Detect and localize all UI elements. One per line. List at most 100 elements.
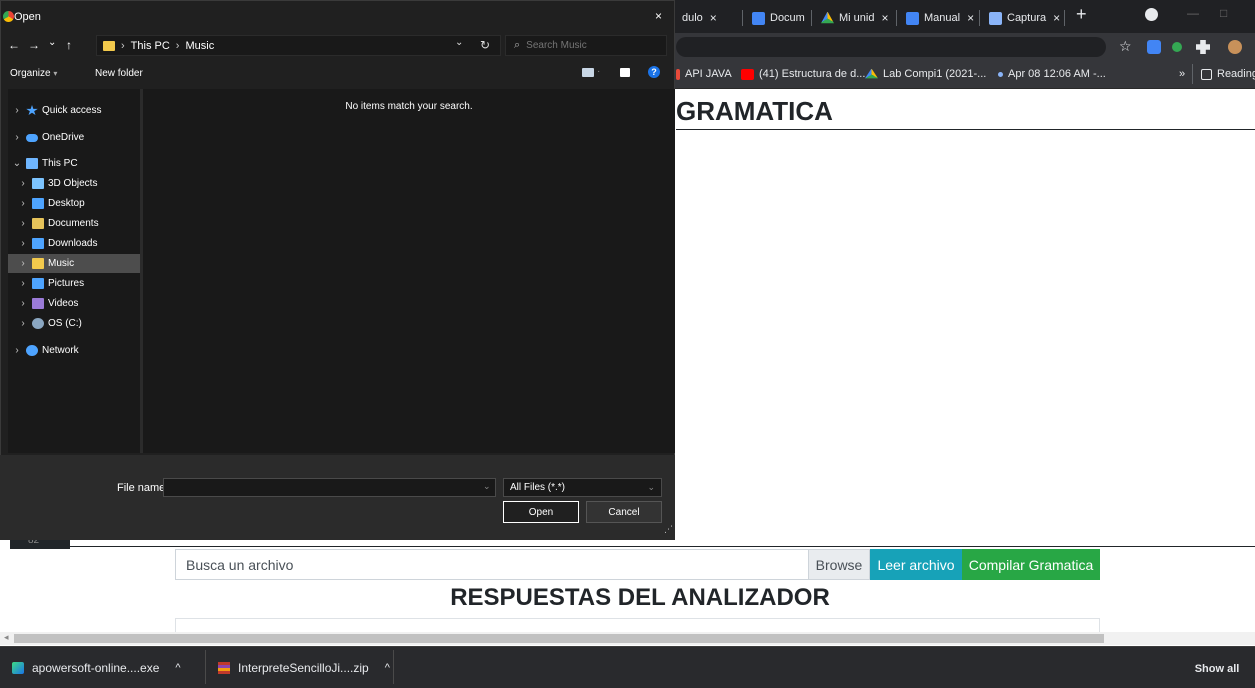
- chevron-right-icon[interactable]: ›: [14, 238, 32, 249]
- tab-dulo[interactable]: dulo ×: [676, 6, 741, 30]
- chevron-right-icon[interactable]: ›: [8, 132, 26, 143]
- show-all-downloads-button[interactable]: Show all: [1187, 658, 1247, 680]
- file-type-select[interactable]: All Files (*.*) ⌄: [503, 478, 662, 497]
- chevron-right-icon[interactable]: ›: [14, 298, 32, 309]
- up-arrow-icon[interactable]: ↑: [66, 38, 72, 52]
- read-file-button[interactable]: Leer archivo: [870, 549, 962, 580]
- bookmark-label: API JAVA: [685, 68, 732, 80]
- search-input[interactable]: [526, 40, 647, 51]
- change-view-icon[interactable]: [582, 68, 594, 77]
- preview-pane-icon[interactable]: [620, 68, 630, 77]
- scrollbar-thumb[interactable]: [14, 634, 1104, 643]
- tab-captura[interactable]: Captura ×: [983, 6, 1063, 30]
- nav-item-videos[interactable]: › Videos: [8, 294, 140, 313]
- tab-close-icon[interactable]: ×: [967, 11, 974, 25]
- address-dropdown-icon[interactable]: ⌄: [455, 37, 463, 48]
- tab-close-icon[interactable]: ×: [710, 11, 717, 25]
- nav-item-3d-objects[interactable]: › 3D Objects: [8, 174, 140, 193]
- minimize-icon[interactable]: —: [1187, 6, 1199, 20]
- dialog-footer: [0, 455, 675, 540]
- chevron-up-icon[interactable]: ^: [385, 662, 390, 674]
- chevron-right-icon[interactable]: ›: [14, 278, 32, 289]
- download-item[interactable]: InterpreteSencilloJi....zip ^: [218, 655, 390, 681]
- help-icon[interactable]: ?: [648, 66, 660, 78]
- bookmarks-divider: [1192, 64, 1193, 84]
- maximize-icon[interactable]: □: [1220, 6, 1227, 20]
- nav-item-downloads[interactable]: › Downloads: [8, 234, 140, 253]
- compile-grammar-button[interactable]: Compilar Gramatica: [962, 549, 1100, 580]
- star-icon: [26, 105, 38, 116]
- translate-extension-icon[interactable]: [1147, 40, 1161, 54]
- nav-item-quick-access[interactable]: › Quick access: [8, 101, 140, 120]
- results-heading: RESPUESTAS DEL ANALIZADOR: [450, 584, 830, 611]
- view-options-icon[interactable]: ·: [597, 66, 600, 77]
- nav-item-label: Network: [42, 345, 79, 356]
- nav-item-network[interactable]: › Network: [8, 341, 140, 360]
- search-box[interactable]: ⌕: [505, 35, 667, 56]
- scroll-left-arrow-icon[interactable]: ◂: [4, 632, 9, 643]
- bookmark-apr-08[interactable]: Apr 08 12:06 AM -...: [998, 68, 1106, 80]
- reading-list-button[interactable]: Reading: [1201, 68, 1255, 80]
- extension-icon[interactable]: [1172, 42, 1182, 52]
- avatar[interactable]: [1228, 40, 1242, 54]
- chevron-right-icon[interactable]: ›: [14, 198, 32, 209]
- forward-arrow-icon[interactable]: →: [28, 38, 40, 52]
- drive-icon: [32, 318, 44, 329]
- new-tab-button[interactable]: +: [1076, 4, 1087, 25]
- nav-item-desktop[interactable]: › Desktop: [8, 194, 140, 213]
- file-name-input[interactable]: [164, 479, 474, 496]
- nav-item-os-c[interactable]: › OS (C:): [8, 314, 140, 333]
- bookmark-label: Lab Compi1 (2021-...: [883, 68, 987, 80]
- file-name-field[interactable]: [163, 478, 496, 497]
- bookmark-api-java[interactable]: API JAVA: [676, 68, 732, 80]
- chevron-right-icon[interactable]: ›: [8, 105, 26, 116]
- breadcrumb-music[interactable]: Music: [185, 40, 214, 52]
- file-type-value: All Files (*.*): [510, 482, 566, 493]
- download-item[interactable]: apowersoft-online....exe ^: [12, 655, 181, 681]
- bookmark-estructura[interactable]: (41) Estructura de d...: [741, 68, 865, 80]
- dialog-close-button[interactable]: ×: [655, 9, 662, 23]
- chevron-right-icon[interactable]: ›: [14, 318, 32, 329]
- screen: dulo × Docum × Mi unid × Manual × Captur…: [0, 0, 1255, 688]
- file-list: [143, 89, 675, 453]
- refresh-icon[interactable]: ↻: [480, 38, 490, 52]
- tab-close-icon[interactable]: ×: [881, 11, 888, 25]
- breadcrumb[interactable]: › This PC › Music: [96, 35, 501, 56]
- zip-icon: [218, 662, 230, 674]
- computer-icon: [26, 158, 38, 169]
- chevron-right-icon[interactable]: ›: [14, 258, 32, 269]
- address-bar[interactable]: [676, 37, 1106, 57]
- chevron-right-icon[interactable]: ›: [8, 345, 26, 356]
- chevron-up-icon[interactable]: ^: [175, 662, 180, 674]
- tab-close-icon[interactable]: ×: [1053, 11, 1060, 25]
- organize-button[interactable]: Organize ▾: [10, 68, 57, 79]
- browse-button[interactable]: Browse: [808, 549, 870, 580]
- chevron-down-icon[interactable]: ⌄: [8, 158, 26, 169]
- back-arrow-icon[interactable]: ←: [8, 38, 20, 52]
- nav-item-music[interactable]: › Music: [8, 254, 140, 273]
- chevron-right-icon[interactable]: ›: [14, 178, 32, 189]
- tab-manual[interactable]: Manual ×: [900, 6, 978, 30]
- file-input[interactable]: Busca un archivo: [175, 549, 808, 580]
- tab-mi-unidad[interactable]: Mi unid ×: [815, 6, 895, 30]
- open-button[interactable]: Open: [503, 501, 579, 523]
- bookmark-lab-compi[interactable]: Lab Compi1 (2021-...: [865, 68, 986, 80]
- nav-item-documents[interactable]: › Documents: [8, 214, 140, 233]
- nav-item-this-pc[interactable]: ⌄ This PC: [8, 154, 140, 173]
- tab-label: dulo: [682, 12, 703, 24]
- profile-icon[interactable]: [1145, 8, 1158, 21]
- google-docs-icon: [752, 11, 765, 25]
- cancel-button[interactable]: Cancel: [586, 501, 662, 523]
- resize-grip-icon[interactable]: ⋰: [664, 524, 673, 535]
- bookmarks-overflow-button[interactable]: »: [1179, 68, 1185, 80]
- chevron-right-icon[interactable]: ›: [14, 218, 32, 229]
- recent-locations-icon[interactable]: ⌄: [48, 37, 56, 48]
- bookmark-star-icon[interactable]: ☆: [1119, 38, 1132, 55]
- nav-item-onedrive[interactable]: › OneDrive: [8, 128, 140, 147]
- file-name-dropdown-icon[interactable]: ⌄: [483, 481, 491, 492]
- nav-item-pictures[interactable]: › Pictures: [8, 274, 140, 293]
- new-folder-button[interactable]: New folder: [95, 68, 143, 79]
- breadcrumb-this-pc[interactable]: This PC: [131, 40, 170, 52]
- breadcrumb-separator: ›: [121, 39, 125, 52]
- tab-documento[interactable]: Docum ×: [746, 6, 810, 30]
